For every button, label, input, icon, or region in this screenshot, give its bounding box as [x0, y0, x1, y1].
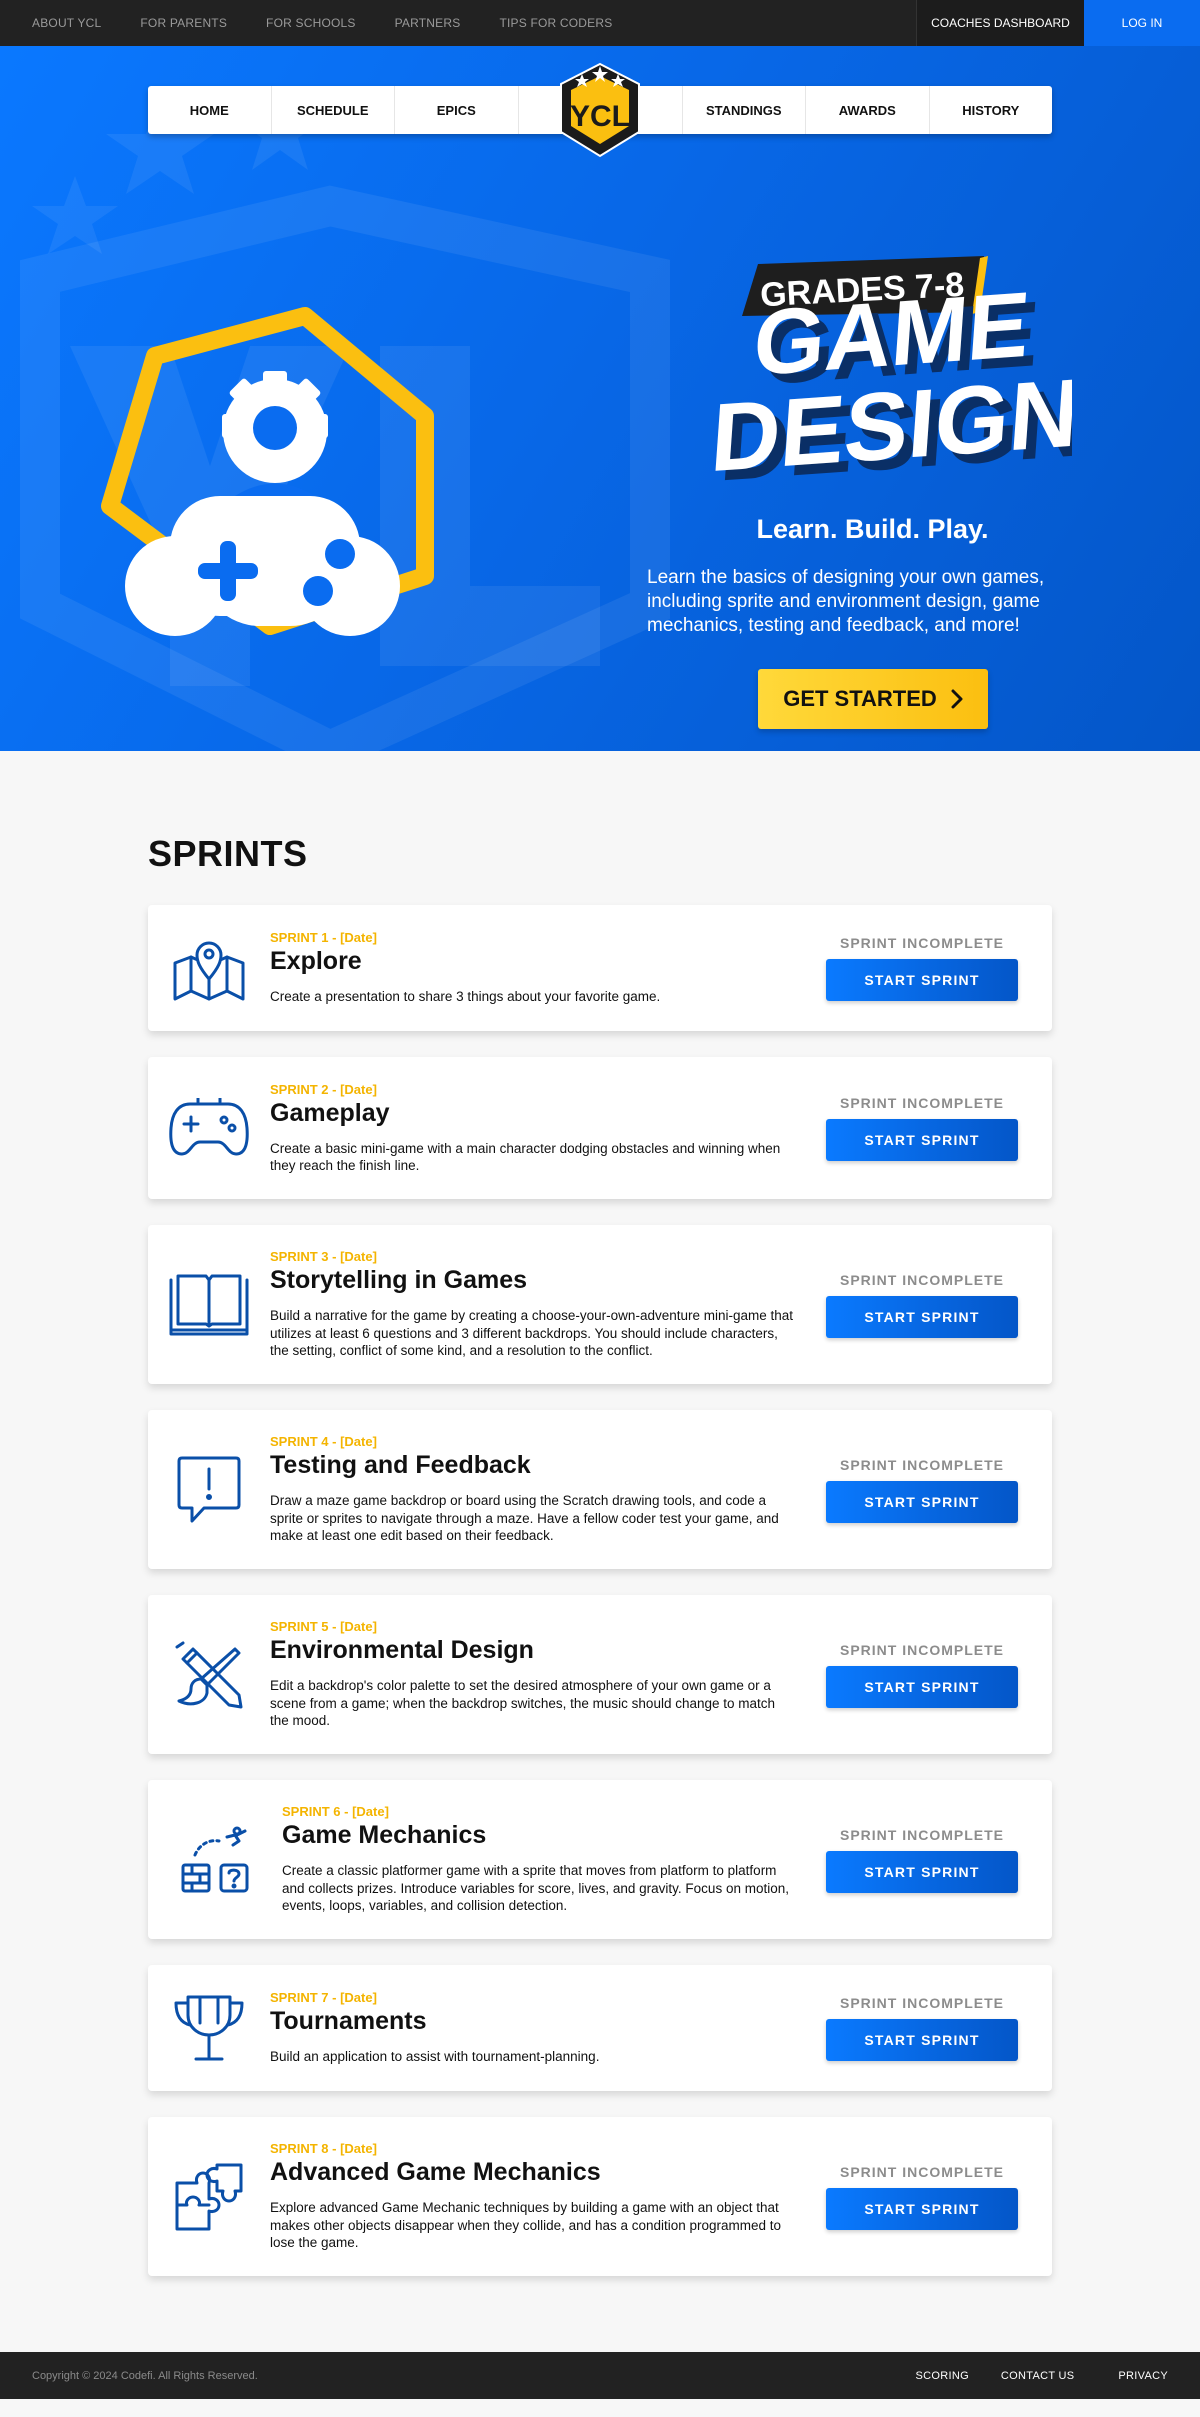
sprint-tag: SPRINT 2 - [Date]	[270, 1081, 377, 1097]
sprint-card-4: SPRINT 4 - [Date] Testing and Feedback D…	[148, 1410, 1052, 1569]
nav-awards[interactable]: AWARDS	[806, 86, 930, 134]
sprints-section: SPRINTS SPRINT 1 - [Date] Explore Create…	[0, 751, 1200, 2352]
sprint-tag: SPRINT 6 - [Date]	[282, 1804, 389, 1820]
sprint-status: SPRINT INCOMPLETE	[839, 935, 1004, 951]
puzzle-icon	[175, 2163, 243, 2230]
nav-history[interactable]: HISTORY	[930, 86, 1053, 134]
nav-schedule[interactable]: SCHEDULE	[272, 86, 395, 134]
logo-text: YCL	[570, 100, 630, 133]
sprint-status: SPRINT INCOMPLETE	[839, 1095, 1004, 1111]
start-sprint-button[interactable]: START SPRINT	[826, 1665, 1018, 1708]
sprint-title: Gameplay	[270, 1098, 390, 1127]
link-tips-for-coders[interactable]: TIPS FOR CODERS	[499, 16, 612, 30]
sprint-description: Create a basic mini-game with a main cha…	[270, 1140, 781, 1174]
sprint-title: Tournaments	[270, 2007, 427, 2036]
get-started-label: GET STARTED	[783, 686, 937, 711]
sprint-description: Explore advanced Game Mechanic technique…	[270, 2200, 782, 2251]
trophy-icon	[174, 1995, 244, 2061]
sprint-description: Edit a backdrop's color palette to set t…	[270, 1678, 776, 1729]
sprint-status: SPRINT INCOMPLETE	[839, 1995, 1004, 2011]
hero-title: GAME GAME DESIGN DESIGN	[708, 286, 1072, 486]
sprint-status: SPRINT INCOMPLETE	[839, 1826, 1004, 1843]
sprint-card-2: SPRINT 2 - [Date] Gameplay Create a basi…	[148, 1057, 1052, 1199]
start-sprint-button[interactable]: START SPRINT	[826, 1295, 1018, 1338]
nav-standings[interactable]: STANDINGS	[683, 86, 806, 134]
map-pin-icon	[173, 941, 245, 1001]
sprint-status: SPRINT INCOMPLETE	[839, 1456, 1004, 1473]
gamepad-icon	[169, 1098, 249, 1156]
footer-scoring-link[interactable]: SCORING	[915, 2370, 968, 2382]
sprint-card-6: SPRINT 6 - [Date] Game Mechanics Create …	[148, 1780, 1052, 1939]
get-started-button[interactable]: GET STARTED	[758, 669, 988, 729]
game-designer-icon	[101, 307, 434, 636]
sprint-tag: SPRINT 3 - [Date]	[270, 1249, 377, 1265]
utility-bar: ABOUT YCL FOR PARENTS FOR SCHOOLS PARTNE…	[0, 0, 1200, 46]
chevron-right-icon	[951, 689, 963, 709]
sprints-heading: SPRINTS	[148, 833, 308, 874]
sprint-tag: SPRINT 8 - [Date]	[270, 2141, 377, 2157]
start-sprint-button[interactable]: START SPRINT	[826, 2019, 1018, 2061]
sprint-status: SPRINT INCOMPLETE	[839, 1641, 1004, 1658]
footer: Copyright © 2024 Codefi. All Rights Rese…	[0, 2352, 1200, 2399]
sprint-status: SPRINT INCOMPLETE	[839, 2163, 1004, 2180]
platformer-icon	[181, 1826, 249, 1892]
sprint-title: Game Mechanics	[282, 1821, 487, 1850]
copyright-text: Copyright © 2024 Codefi. All Rights Rese…	[32, 2369, 258, 2382]
nav-home[interactable]: HOME	[148, 86, 272, 134]
hero-description: Learn the basics of designing your own g…	[647, 567, 1045, 636]
nav-epics[interactable]: EPICS	[395, 86, 519, 134]
footer-contact-link[interactable]: CONTACT US	[1001, 2370, 1075, 2382]
sprint-status: SPRINT INCOMPLETE	[839, 1271, 1004, 1288]
link-partners[interactable]: PARTNERS	[395, 16, 461, 30]
sprint-tag: SPRINT 5 - [Date]	[270, 1619, 377, 1635]
sprint-description: Build an application to assist with tour…	[270, 2049, 600, 2065]
start-sprint-button[interactable]: START SPRINT	[826, 1119, 1018, 1161]
utility-links: ABOUT YCL FOR PARENTS FOR SCHOOLS PARTNE…	[0, 0, 916, 46]
sprint-tag: SPRINT 7 - [Date]	[270, 1990, 377, 2006]
start-sprint-button[interactable]: START SPRINT	[826, 1850, 1018, 1893]
sprint-card-8: SPRINT 8 - [Date] Advanced Game Mechanic…	[148, 2117, 1052, 2276]
link-about-ycl[interactable]: ABOUT YCL	[32, 16, 101, 30]
sprint-card-7: SPRINT 7 - [Date] Tournaments Build an a…	[148, 1965, 1052, 2091]
sprint-title: Explore	[270, 947, 362, 976]
sprint-title: Environmental Design	[270, 1636, 534, 1665]
coaches-dashboard-button[interactable]: COACHES DASHBOARD	[916, 0, 1084, 46]
sprint-tag: SPRINT 4 - [Date]	[270, 1434, 377, 1450]
sprint-list: SPRINT 1 - [Date] Explore Create a prese…	[0, 905, 1200, 2276]
sprint-description: Create a presentation to share 3 things …	[270, 989, 661, 1005]
start-sprint-button[interactable]: START SPRINT	[826, 1480, 1018, 1523]
sprint-title: Advanced Game Mechanics	[270, 2158, 601, 2187]
start-sprint-button[interactable]: START SPRINT	[826, 2187, 1018, 2230]
ycl-logo[interactable]: YCL	[557, 62, 643, 158]
sprint-card-5: SPRINT 5 - [Date] Environmental Design E…	[148, 1595, 1052, 1754]
feedback-bubble-icon	[177, 1456, 241, 1522]
link-for-parents[interactable]: FOR PARENTS	[140, 16, 227, 30]
footer-privacy-link[interactable]: PRIVACY	[1118, 2370, 1168, 2382]
start-sprint-button[interactable]: START SPRINT	[826, 959, 1018, 1001]
sprint-card-1: SPRINT 1 - [Date] Explore Create a prese…	[148, 905, 1052, 1031]
sprint-tag: SPRINT 1 - [Date]	[270, 930, 377, 946]
pencil-brush-icon	[175, 1641, 243, 1708]
link-for-schools[interactable]: FOR SCHOOLS	[266, 16, 356, 30]
sprint-description: Create a classic platformer game with a …	[282, 1863, 789, 1914]
sprint-title: Storytelling in Games	[270, 1266, 528, 1295]
hero-tagline: Learn. Build. Play.	[756, 514, 989, 544]
hero-section: HOME SCHEDULE EPICS STANDINGS AWARDS HIS…	[0, 46, 1200, 751]
login-button[interactable]: LOG IN	[1084, 0, 1200, 46]
sprint-description: Build a narrative for the game by creati…	[270, 1308, 794, 1359]
sprint-title: Testing and Feedback	[270, 1451, 531, 1480]
sprint-card-3: SPRINT 3 - [Date] Storytelling in Games …	[148, 1225, 1052, 1384]
open-book-icon	[169, 1274, 249, 1335]
sprint-description: Draw a maze game backdrop or board using…	[270, 1493, 779, 1544]
